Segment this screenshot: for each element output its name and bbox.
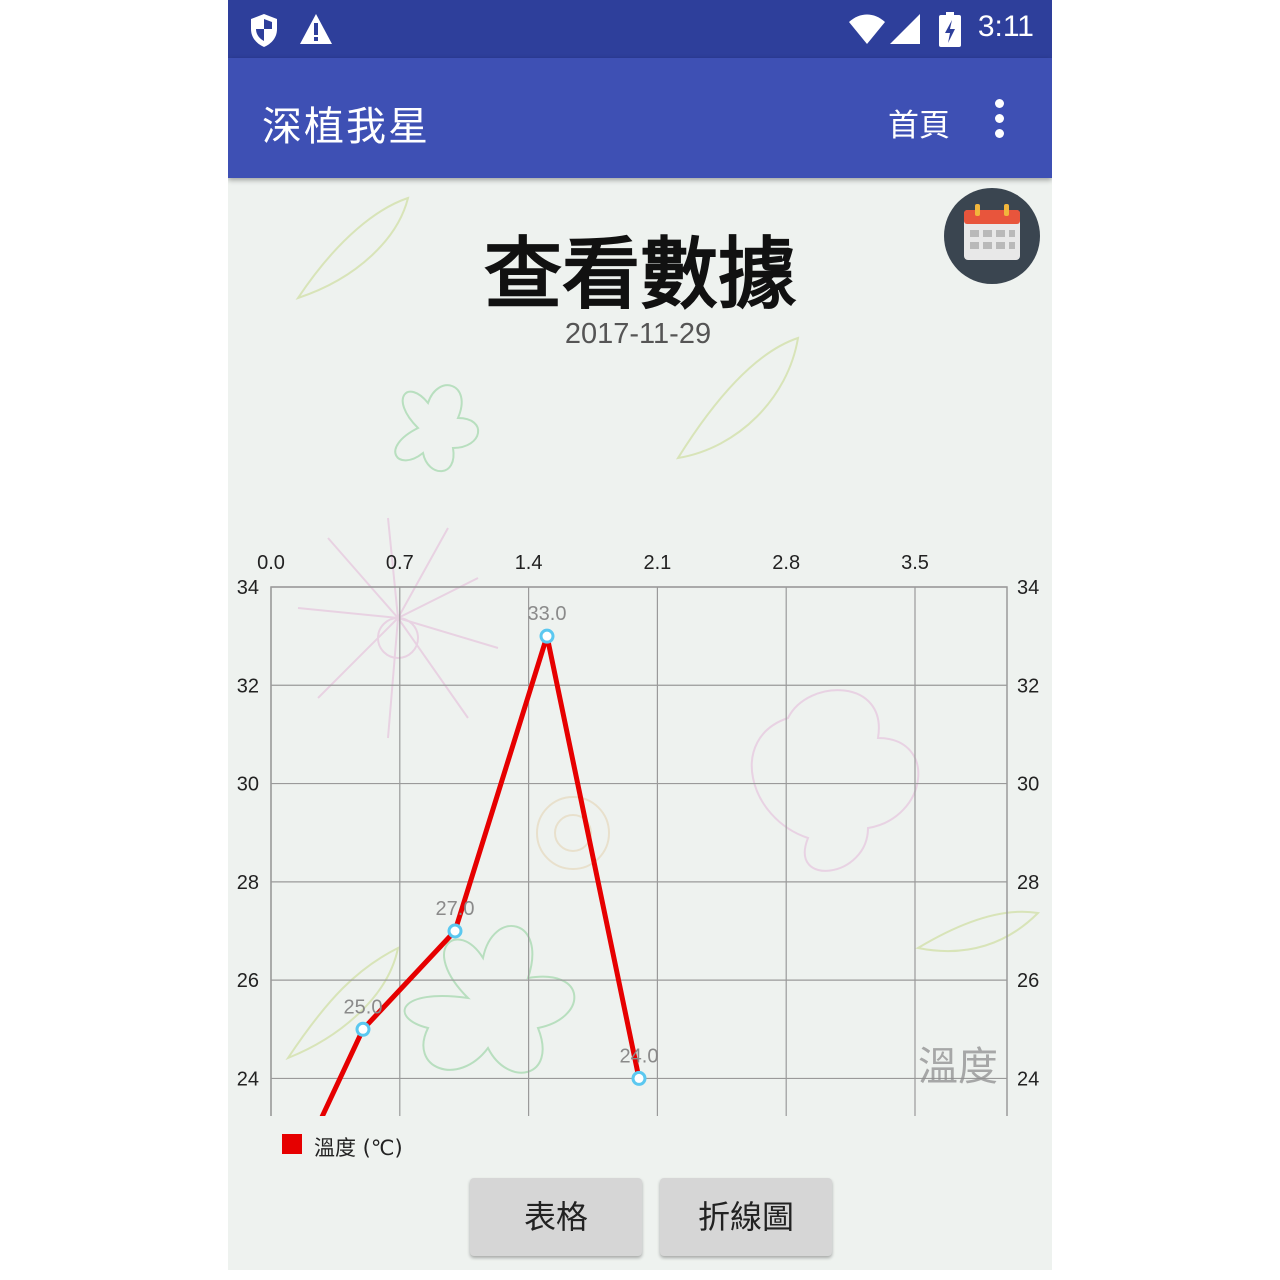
y-tick-label-right: 26 (1017, 970, 1039, 992)
content-area: 查看數據 2017-11-29 0.0 0.7 1.4 2.1 2.8 3.5 34 34 3… (228, 178, 1052, 1270)
status-clock: 3:11 (977, 10, 1034, 43)
x-tick-label: 0.0 (257, 552, 285, 574)
data-point (447, 923, 463, 939)
date-label: 2017-11-29 (564, 318, 712, 350)
y-tick-label-left: 28 (237, 872, 259, 894)
temperature-line-chart: 0.0 0.7 1.4 2.1 2.8 3.5 34 34 32 32 30 30 28 28 26 26 2… (237, 552, 1039, 1116)
x-tick-label: 2.8 (772, 552, 800, 574)
plot-frame (270, 586, 1008, 1116)
y-tick-label-right: 30 (1017, 774, 1039, 796)
app-bar: 深植我星 首頁 (228, 58, 1052, 178)
warning-icon (298, 12, 334, 50)
y-tick-label-left: 32 (237, 675, 259, 697)
legend-label: 溫度 (℃) (314, 1136, 403, 1160)
home-link[interactable]: 首頁 (888, 100, 950, 145)
calendar-icon[interactable] (944, 188, 1040, 284)
data-label: 33.0 (528, 603, 567, 625)
wifi-icon (848, 12, 886, 50)
x-tick-label: 0.7 (386, 552, 414, 574)
legend-swatch (282, 1134, 302, 1154)
signal-icon (888, 12, 922, 50)
x-tick-label: 2.1 (643, 552, 671, 574)
more-vert-icon[interactable] (984, 96, 1014, 142)
battery-charging-icon (938, 12, 962, 52)
data-label: 24.0 (620, 1045, 659, 1067)
y-tick-label-right: 24 (1017, 1068, 1039, 1090)
status-bar: 3:11 (228, 0, 1052, 58)
data-label: 25.0 (344, 996, 383, 1018)
page-title: 查看數據 (483, 230, 796, 320)
data-point (539, 628, 555, 644)
y-tick-label-right: 32 (1017, 675, 1039, 697)
phone-screen: 3:11 深植我星 首頁 查看數據 2017-11-29 0.0 0.7 1.4… (228, 0, 1052, 1280)
chart-watermark: 溫度 (918, 1044, 998, 1090)
data-point (631, 1070, 647, 1086)
x-tick-label: 3.5 (901, 552, 929, 574)
data-label: 27.0 (436, 898, 475, 920)
y-tick-label-left: 24 (237, 1068, 259, 1090)
y-tick-label-right: 28 (1017, 872, 1039, 894)
x-tick-label: 1.4 (515, 552, 543, 574)
line-chart-button[interactable]: 折線圖 (660, 1178, 832, 1256)
data-point (355, 1021, 371, 1037)
series-line (319, 633, 642, 1116)
y-tick-label-left: 26 (237, 970, 259, 992)
shield-icon (248, 12, 280, 52)
app-title: 深植我星 (262, 104, 430, 150)
y-tick-label-left: 34 (237, 577, 259, 599)
bottom-edge (228, 1270, 1052, 1280)
table-button[interactable]: 表格 (470, 1178, 642, 1256)
y-tick-label-left: 30 (237, 774, 259, 796)
y-tick-label-right: 34 (1017, 577, 1039, 599)
